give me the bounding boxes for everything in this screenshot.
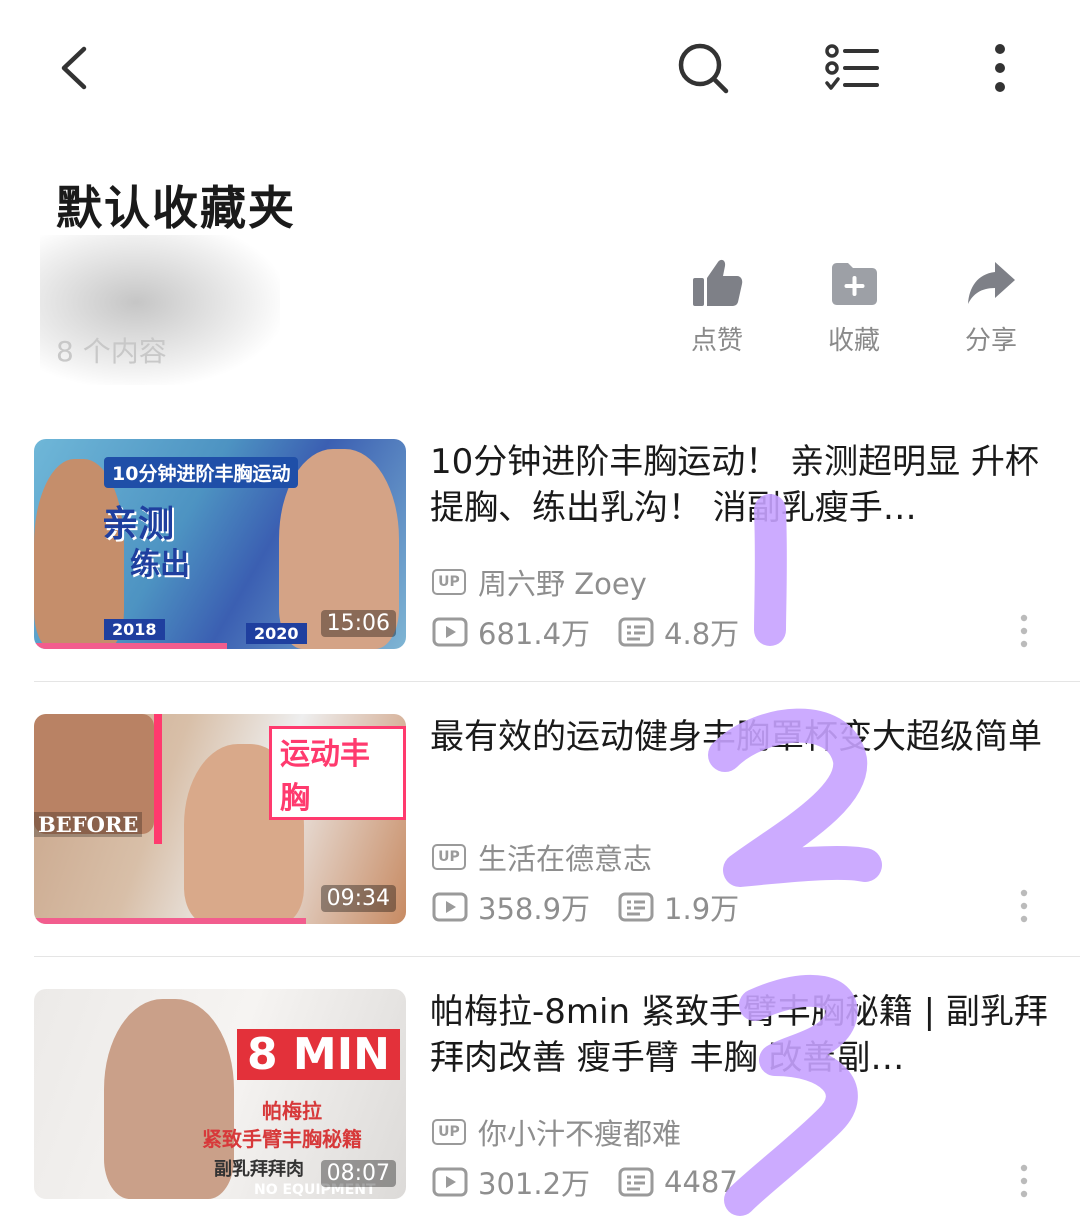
- thumbnail-year: 2020: [246, 623, 307, 644]
- thumbnail-subline: 副乳拜拜肉: [214, 1159, 304, 1180]
- danmaku-count: 4.8万: [618, 611, 739, 653]
- view-count-value: 681.4万: [478, 617, 591, 651]
- up-badge-icon: UP: [432, 569, 466, 595]
- view-count: 301.2万: [432, 1161, 590, 1203]
- thumbnail-tag: 8 MIN: [237, 1029, 400, 1080]
- share-action[interactable]: 分享: [936, 258, 1046, 357]
- watch-progress-bar: [34, 918, 306, 924]
- share-icon: [936, 258, 1046, 308]
- video-stats: 301.2万 4487: [432, 1161, 766, 1203]
- chevron-left-icon[interactable]: [44, 38, 104, 98]
- danmaku-count-value: 4487: [664, 1165, 738, 1199]
- view-count: 681.4万: [432, 611, 590, 653]
- list-divider: [34, 681, 1080, 682]
- video-title[interactable]: 10分钟进阶丰胸运动！ 亲测超明显 升杯提胸、练出乳沟！ 消副乳瘦手…: [430, 439, 1050, 531]
- checklist-icon[interactable]: [822, 38, 882, 98]
- view-count-value: 301.2万: [478, 1167, 591, 1201]
- danmaku-icon: [618, 892, 654, 922]
- watch-progress-bar: [34, 643, 228, 649]
- uploader-name: 周六野 Zoey: [478, 567, 647, 601]
- danmaku-count-value: 1.9万: [664, 892, 740, 926]
- danmaku-icon: [618, 617, 654, 647]
- thumbnail-year: 2018: [104, 619, 165, 640]
- video-list-item[interactable]: 10分钟进阶丰胸运动 亲测 练出 2018 2020 15:06 10分钟进阶丰…: [0, 425, 1080, 700]
- favorite-label: 收藏: [827, 326, 880, 356]
- like-label: 点赞: [690, 326, 743, 356]
- danmaku-count-value: 4.8万: [664, 617, 740, 651]
- danmaku-icon: [618, 1167, 654, 1197]
- video-duration: 09:34: [320, 885, 396, 912]
- uploader-name: 你小汁不瘦都难: [478, 1117, 682, 1151]
- danmaku-count: 1.9万: [618, 886, 739, 928]
- video-duration: 15:06: [320, 610, 396, 637]
- more-vertical-icon[interactable]: [970, 38, 1030, 98]
- uploader-name: 生活在德意志: [478, 842, 653, 876]
- up-badge-icon: UP: [432, 844, 466, 870]
- more-options-icon[interactable]: [1012, 1163, 1036, 1199]
- page-title: 默认收藏夹: [56, 181, 296, 235]
- thumbnail-label: BEFORE: [34, 812, 143, 837]
- search-icon[interactable]: [673, 38, 733, 98]
- thumbs-up-icon: [662, 258, 772, 308]
- item-count: 8 个内容: [56, 335, 167, 368]
- top-bar: [0, 0, 1080, 135]
- video-stats: 358.9万 1.9万: [432, 886, 767, 928]
- thumbnail-subline: 练出: [130, 547, 190, 582]
- uploader[interactable]: UP 周六野 Zoey: [432, 561, 647, 603]
- more-options-icon[interactable]: [1012, 888, 1036, 924]
- thumbnail-subline: 帕梅拉: [262, 1099, 322, 1123]
- video-thumbnail[interactable]: 8 MIN 帕梅拉 紧致手臂丰胸秘籍 副乳拜拜肉 NO EQUIPMENT 08…: [34, 989, 406, 1199]
- play-count-icon: [432, 1167, 468, 1197]
- video-thumbnail[interactable]: BEFORE 运动丰胸 09:34: [34, 714, 406, 924]
- favorite-action[interactable]: 收藏: [799, 258, 909, 357]
- folder-add-icon: [799, 258, 909, 308]
- more-options-icon[interactable]: [1012, 613, 1036, 649]
- video-stats: 681.4万 4.8万: [432, 611, 767, 653]
- thumbnail-subline: 紧致手臂丰胸秘籍: [202, 1127, 362, 1151]
- video-title[interactable]: 帕梅拉-8min 紧致手臂丰胸秘籍 | 副乳拜拜肉改善 瘦手臂 丰胸 改善副…: [430, 989, 1050, 1081]
- video-duration: 08:07: [320, 1160, 396, 1187]
- up-badge-icon: UP: [432, 1119, 466, 1145]
- play-count-icon: [432, 892, 468, 922]
- danmaku-count: 4487: [618, 1165, 738, 1199]
- view-count-value: 358.9万: [478, 892, 591, 926]
- thumbnail-tag: 10分钟进阶丰胸运动: [104, 457, 299, 488]
- video-title[interactable]: 最有效的运动健身丰胸罩杯变大超级简单: [430, 714, 1050, 760]
- video-thumbnail[interactable]: 10分钟进阶丰胸运动 亲测 练出 2018 2020 15:06: [34, 439, 406, 649]
- play-count-icon: [432, 617, 468, 647]
- video-list-item[interactable]: BEFORE 运动丰胸 09:34 最有效的运动健身丰胸罩杯变大超级简单 UP …: [0, 700, 1080, 975]
- thumbnail-accent-line: [154, 714, 162, 844]
- thumbnail-tag: 运动丰胸: [269, 726, 406, 820]
- uploader[interactable]: UP 你小汁不瘦都难: [432, 1111, 681, 1153]
- video-list-item[interactable]: 8 MIN 帕梅拉 紧致手臂丰胸秘籍 副乳拜拜肉 NO EQUIPMENT 08…: [0, 975, 1080, 1227]
- list-divider: [34, 956, 1080, 957]
- uploader[interactable]: UP 生活在德意志: [432, 836, 652, 878]
- view-count: 358.9万: [432, 886, 590, 928]
- share-label: 分享: [964, 326, 1017, 356]
- like-action[interactable]: 点赞: [662, 258, 772, 357]
